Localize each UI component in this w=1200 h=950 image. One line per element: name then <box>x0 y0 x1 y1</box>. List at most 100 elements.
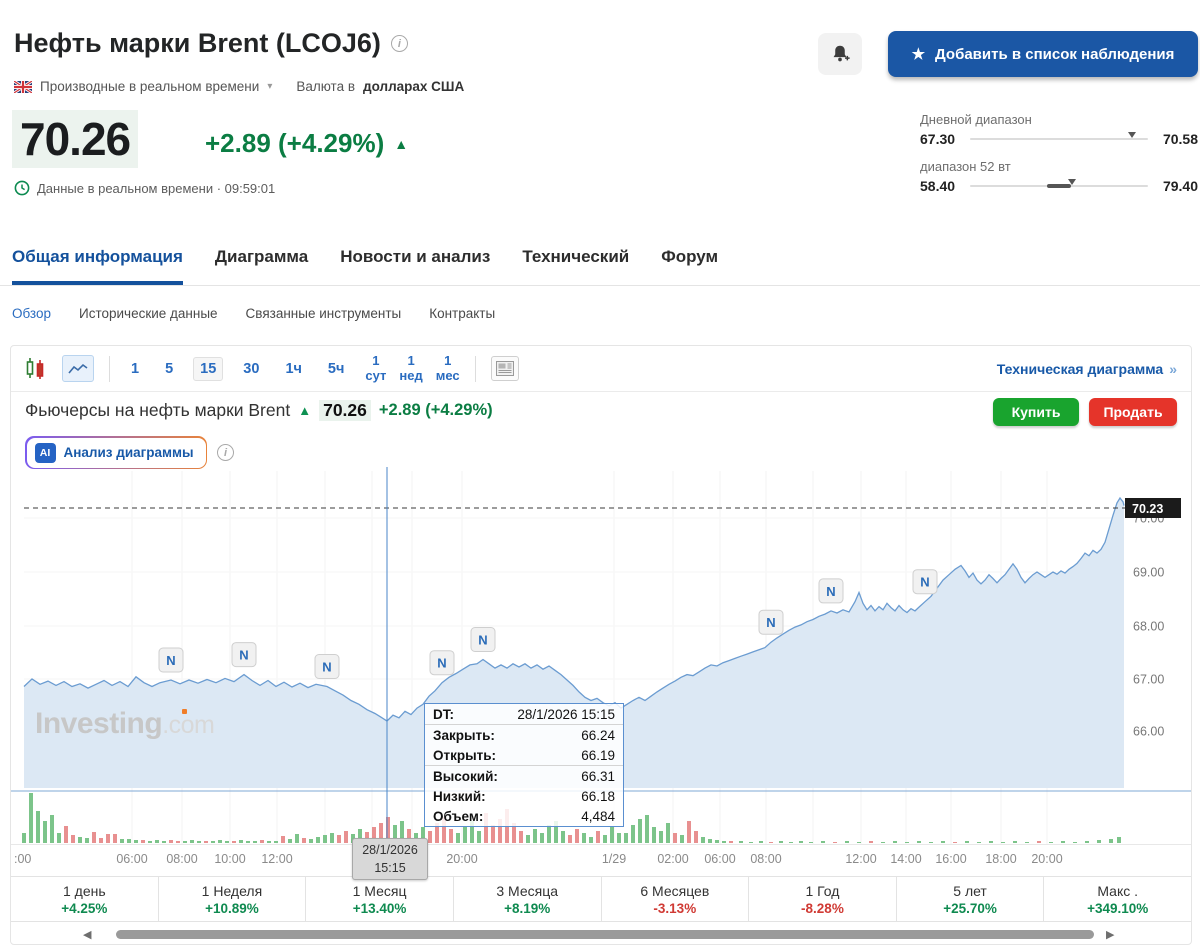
performance-cell[interactable]: 1 Год -8.28% <box>749 877 897 921</box>
news-marker[interactable]: N <box>231 642 257 668</box>
volume-bar <box>833 842 837 843</box>
interval-button[interactable]: 1 сут <box>365 353 386 383</box>
performance-cell[interactable]: Макс . +349.10% <box>1044 877 1191 921</box>
tooltip-row: DT: 28/1/2026 15:15 <box>425 704 623 725</box>
x-axis-tick: 08:00 <box>750 852 781 866</box>
title-info-icon[interactable]: i <box>390 35 408 52</box>
scrollbar-thumb[interactable] <box>116 930 1094 939</box>
sub-tab[interactable]: Исторические данные <box>79 306 218 321</box>
y-axis-tick: 69.00 <box>1133 566 1164 580</box>
market-status[interactable]: Производные в реальном времени <box>40 79 259 94</box>
volume-bar <box>1117 837 1121 843</box>
x-axis-tick: 12:00 <box>261 852 292 866</box>
news-marker[interactable]: N <box>912 569 938 595</box>
volume-bar <box>526 835 530 843</box>
volume-bar <box>232 841 236 843</box>
volume-bar <box>694 831 698 843</box>
volume-bar <box>246 841 250 843</box>
volume-bar <box>1001 842 1005 843</box>
scroll-right-icon[interactable]: ▶ <box>1106 928 1114 941</box>
tooltip-row: Объем: 4,484 <box>433 808 615 824</box>
sell-button[interactable]: Продать <box>1089 398 1177 426</box>
volume-bar <box>869 841 873 843</box>
volume-bar <box>965 841 969 843</box>
performance-cell[interactable]: 5 лет +25.70% <box>897 877 1045 921</box>
performance-cell[interactable]: 1 Месяц +13.40% <box>306 877 454 921</box>
volume-bar <box>533 829 537 843</box>
performance-cell[interactable]: 6 Месяцев -3.13% <box>602 877 750 921</box>
add-to-watchlist-button[interactable]: ★ Добавить в список наблюдения <box>888 31 1198 77</box>
volume-bar <box>253 841 257 843</box>
sub-tab[interactable]: Обзор <box>12 306 51 321</box>
chevron-down-icon[interactable]: ▾ <box>267 81 272 92</box>
interval-button[interactable]: 5ч <box>322 358 350 380</box>
ai-info-icon[interactable]: i <box>217 444 235 461</box>
volume-bar <box>92 832 96 843</box>
volume-bar <box>162 841 166 843</box>
sub-tab[interactable]: Связанные инструменты <box>246 306 402 321</box>
toolbar-divider <box>474 355 476 382</box>
performance-cell[interactable]: 1 день +4.25% <box>11 877 159 921</box>
scroll-left-icon[interactable]: ◀ <box>83 928 91 941</box>
volume-bar <box>809 842 813 843</box>
daily-range-high: 70.58 <box>1162 131 1198 147</box>
volume-bar <box>568 835 572 843</box>
volume-bar <box>680 835 684 843</box>
volume-bar <box>715 840 719 843</box>
volume-bar <box>779 841 783 843</box>
create-alert-button[interactable] <box>818 33 862 75</box>
news-marker[interactable]: N <box>818 578 844 604</box>
interval-button[interactable]: 1 мес <box>436 353 460 383</box>
volume-bar <box>666 823 670 843</box>
volume-bar <box>316 837 320 843</box>
main-tab[interactable]: Новости и анализ <box>340 247 490 285</box>
volume-bar <box>337 835 341 843</box>
volume-bar <box>491 825 495 843</box>
main-tab[interactable]: Технический <box>522 247 629 285</box>
volume-bar <box>845 841 849 843</box>
chart-card: 1 5 15 30 1ч 5ч 1 сут 1 нед 1 мес Техническая диаг… <box>10 345 1192 945</box>
volume-bar <box>274 841 278 843</box>
buy-button[interactable]: Купить <box>993 398 1079 426</box>
technical-chart-link[interactable]: Техническая диаграмма » <box>997 361 1177 377</box>
volume-bar <box>260 840 264 843</box>
volume-bar <box>50 815 54 843</box>
x-axis-tick: 10:00 <box>214 852 245 866</box>
line-chart-icon[interactable] <box>62 355 94 382</box>
interval-button[interactable]: 5 <box>159 358 179 380</box>
volume-bar <box>127 839 131 843</box>
last-price-badge-text: 70.23 <box>1132 502 1163 516</box>
x-axis-tick: 06:00 <box>704 852 735 866</box>
volume-bar <box>789 842 793 843</box>
main-tab[interactable]: Диаграмма <box>215 247 308 285</box>
daily-range-label: Дневной диапазон <box>920 112 1032 127</box>
sub-tab[interactable]: Контракты <box>429 306 495 321</box>
main-tab[interactable]: Форум <box>661 247 718 285</box>
interval-button[interactable]: 15 <box>193 356 224 381</box>
candlestick-chart-icon[interactable] <box>25 357 47 381</box>
performance-cell[interactable]: 3 Месяца +8.19% <box>454 877 602 921</box>
volume-bar <box>288 839 292 843</box>
daily-range-marker-icon <box>1128 131 1137 138</box>
news-marker[interactable]: N <box>429 650 455 676</box>
week52-range-marker-icon <box>1067 178 1076 185</box>
daily-range: 67.30 70.58 <box>920 131 1198 147</box>
performance-cell[interactable]: 1 Неделя +10.89% <box>159 877 307 921</box>
tooltip-row: Открыть: 66.19 <box>425 745 623 766</box>
main-tab[interactable]: Общая информация <box>12 247 183 285</box>
svg-text:N: N <box>239 648 248 663</box>
news-overlay-icon[interactable] <box>490 356 519 381</box>
volume-bar <box>631 825 635 843</box>
news-marker[interactable]: N <box>314 654 340 679</box>
volume-bar <box>799 841 803 843</box>
interval-button[interactable]: 1ч <box>279 358 307 380</box>
svg-text:N: N <box>920 575 929 590</box>
news-marker[interactable]: N <box>758 609 784 635</box>
news-marker[interactable]: N <box>158 647 184 673</box>
ai-analysis-button[interactable]: AI Анализ диаграммы <box>25 436 208 469</box>
interval-button[interactable]: 1 нед <box>399 353 422 383</box>
interval-button[interactable]: 1 <box>125 358 145 380</box>
interval-button[interactable]: 30 <box>237 358 265 380</box>
news-marker[interactable]: N <box>470 627 496 652</box>
price-chart-area[interactable]: N N N N N N N N 70.00 69.00 68.00 67.00 66.00 70.23:0… <box>11 467 1191 881</box>
